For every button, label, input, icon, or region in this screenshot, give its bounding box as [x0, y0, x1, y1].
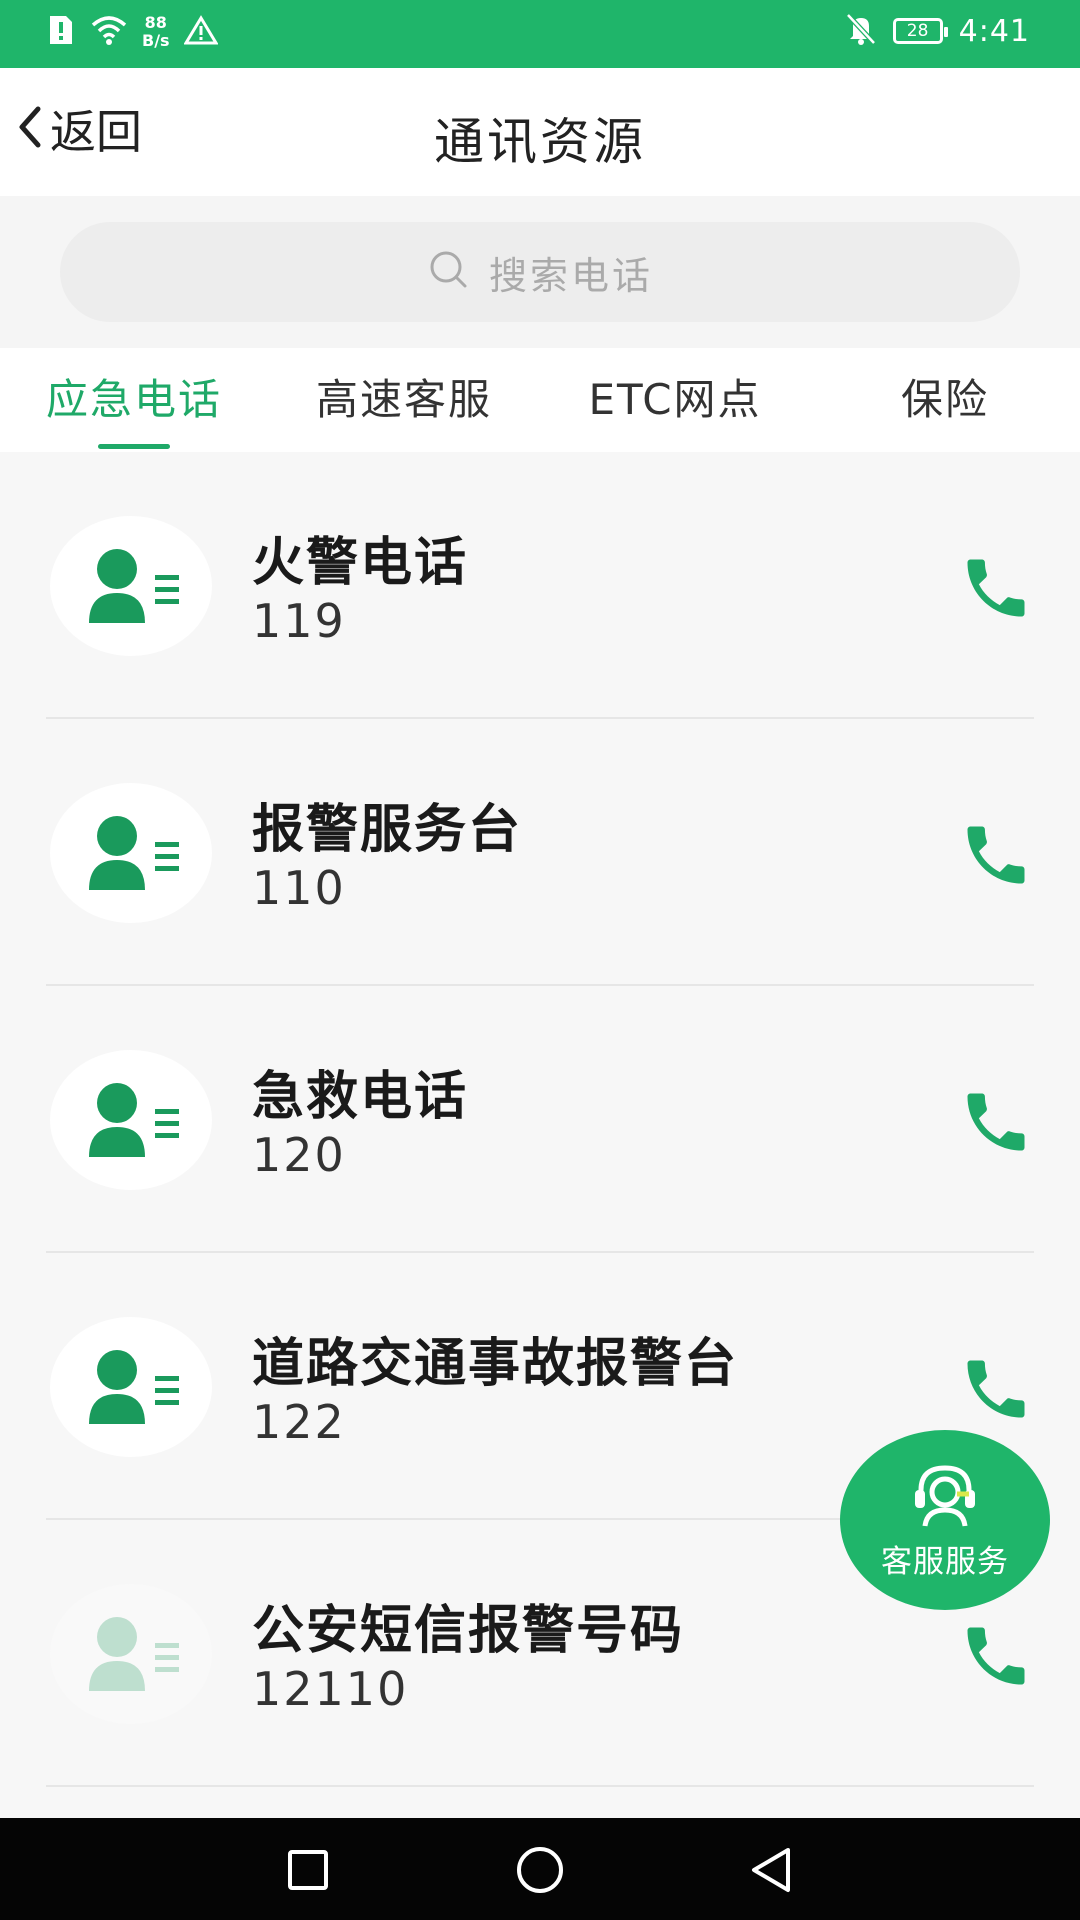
status-time: 4:41: [958, 13, 1030, 49]
contact-person-icon: [50, 1317, 212, 1457]
contact-person-icon: [50, 783, 212, 923]
system-nav-bar: [0, 1818, 1080, 1920]
contact-name: 道路交通事故报警台: [252, 1334, 739, 1394]
tab-highway-service[interactable]: 高速客服: [288, 348, 520, 452]
contact-name: 急救电话: [252, 1067, 469, 1127]
net-speed-unit: B/s: [142, 31, 170, 50]
contact-row[interactable]: 火警电话 119: [0, 452, 1080, 719]
tab-active-indicator: [98, 444, 170, 449]
contact-number: 122: [252, 1395, 346, 1449]
contact-person-icon: [50, 516, 212, 656]
net-speed: 88 B/s: [142, 14, 170, 50]
recent-apps-icon[interactable]: [278, 1840, 338, 1900]
customer-service-button[interactable]: 客服服务: [840, 1430, 1050, 1610]
phone-icon[interactable]: [958, 1351, 1034, 1427]
phone-icon[interactable]: [958, 1618, 1034, 1694]
contact-name: 报警服务台: [252, 800, 523, 860]
net-speed-value: 88: [144, 13, 167, 32]
phone-icon[interactable]: [958, 1084, 1034, 1160]
battery-indicator: 28: [892, 18, 948, 44]
row-divider: [46, 1785, 1034, 1787]
search-section: 搜索电话: [0, 196, 1080, 348]
contact-person-icon: [50, 1584, 212, 1724]
customer-service-label: 客服服务: [881, 1543, 1009, 1580]
contact-name: 火警电话: [252, 533, 469, 593]
bell-muted-icon: [845, 12, 877, 50]
contact-number: 119: [252, 594, 346, 648]
tab-etc-outlets[interactable]: ETC网点: [560, 348, 790, 452]
phone-icon[interactable]: [958, 817, 1034, 893]
search-input[interactable]: 搜索电话: [60, 222, 1020, 322]
tab-insurance[interactable]: 保险: [850, 348, 1040, 452]
contact-person-icon: [50, 1050, 212, 1190]
title-bar: 返回 通讯资源: [0, 68, 1080, 196]
tab-emergency[interactable]: 应急电话: [18, 348, 250, 452]
page-title: 通讯资源: [434, 113, 646, 171]
warning-icon: [182, 15, 219, 49]
headset-icon: [905, 1460, 985, 1534]
search-placeholder: 搜索电话: [488, 253, 653, 298]
contact-row[interactable]: 急救电话 120: [0, 986, 1080, 1253]
contact-number: 120: [252, 1128, 346, 1182]
sim-alert-icon: [46, 14, 76, 50]
wifi-icon: [90, 14, 128, 50]
home-icon[interactable]: [510, 1840, 570, 1900]
status-bar: 88 B/s 28 4:41: [0, 0, 1080, 68]
contact-row[interactable]: 报警服务台 110: [0, 719, 1080, 986]
category-tabs: 应急电话 高速客服 ETC网点 保险: [0, 348, 1080, 452]
phone-icon[interactable]: [958, 550, 1034, 626]
contact-number: 110: [252, 861, 346, 915]
contact-number: 12110: [252, 1662, 409, 1716]
search-icon: [427, 248, 471, 296]
back-nav-icon[interactable]: [742, 1840, 802, 1900]
contact-name: 公安短信报警号码: [252, 1601, 685, 1661]
